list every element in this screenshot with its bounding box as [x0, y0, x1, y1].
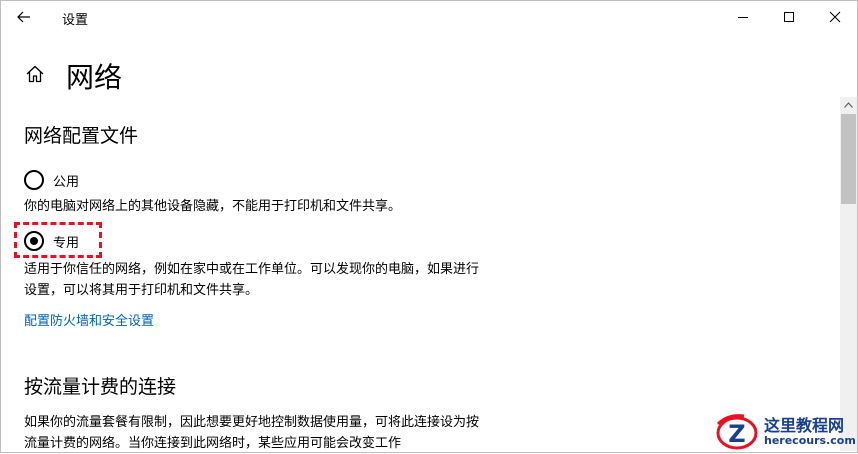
page-title: 网络 [66, 61, 123, 94]
watermark-logo: Z 这里教程网 herecours.com [712, 410, 858, 453]
metered-connection-heading: 按流量计费的连接 [24, 376, 177, 398]
back-button[interactable] [10, 4, 40, 30]
close-button[interactable] [812, 0, 858, 34]
watermark-badge-icon: Z [716, 414, 758, 450]
radio-public-label[interactable]: 公用 [53, 171, 79, 190]
scroll-up-button[interactable] [840, 97, 857, 114]
network-profile-heading: 网络配置文件 [24, 125, 139, 147]
highlight-annotation-box [14, 222, 102, 258]
scroll-thumb[interactable] [841, 114, 856, 204]
vertical-scrollbar[interactable] [840, 97, 857, 451]
window-title: 设置 [62, 13, 89, 28]
public-description: 你的电脑对网络上的其他设备隐藏，不能用于打印机和文件共享。 [24, 199, 402, 214]
watermark-badge-letter: Z [728, 420, 745, 448]
firewall-settings-link[interactable]: 配置防火墙和安全设置 [24, 310, 154, 329]
title-bar: 设置 [0, 0, 858, 34]
close-icon [829, 11, 841, 23]
watermark-title: 这里教程网 [764, 416, 845, 435]
watermark-url: herecours.com [764, 434, 856, 447]
back-arrow-icon [17, 11, 30, 23]
maximize-icon [784, 12, 794, 22]
home-icon[interactable] [25, 64, 45, 84]
minimize-icon [738, 17, 748, 18]
private-description: 适用于你信任的网络，例如在家中或在工作单位。可以发现你的电脑，如果进行设置，可以… [24, 262, 480, 298]
metered-description: 如果你的流量套餐有限制，因此想要更好地控制数据使用量，可将此连接设为按流量计费的… [24, 415, 480, 451]
maximize-button[interactable] [766, 0, 812, 34]
radio-public-circle[interactable] [24, 170, 44, 190]
minimize-button[interactable] [720, 0, 766, 34]
scroll-up-arrow-icon [844, 102, 853, 108]
